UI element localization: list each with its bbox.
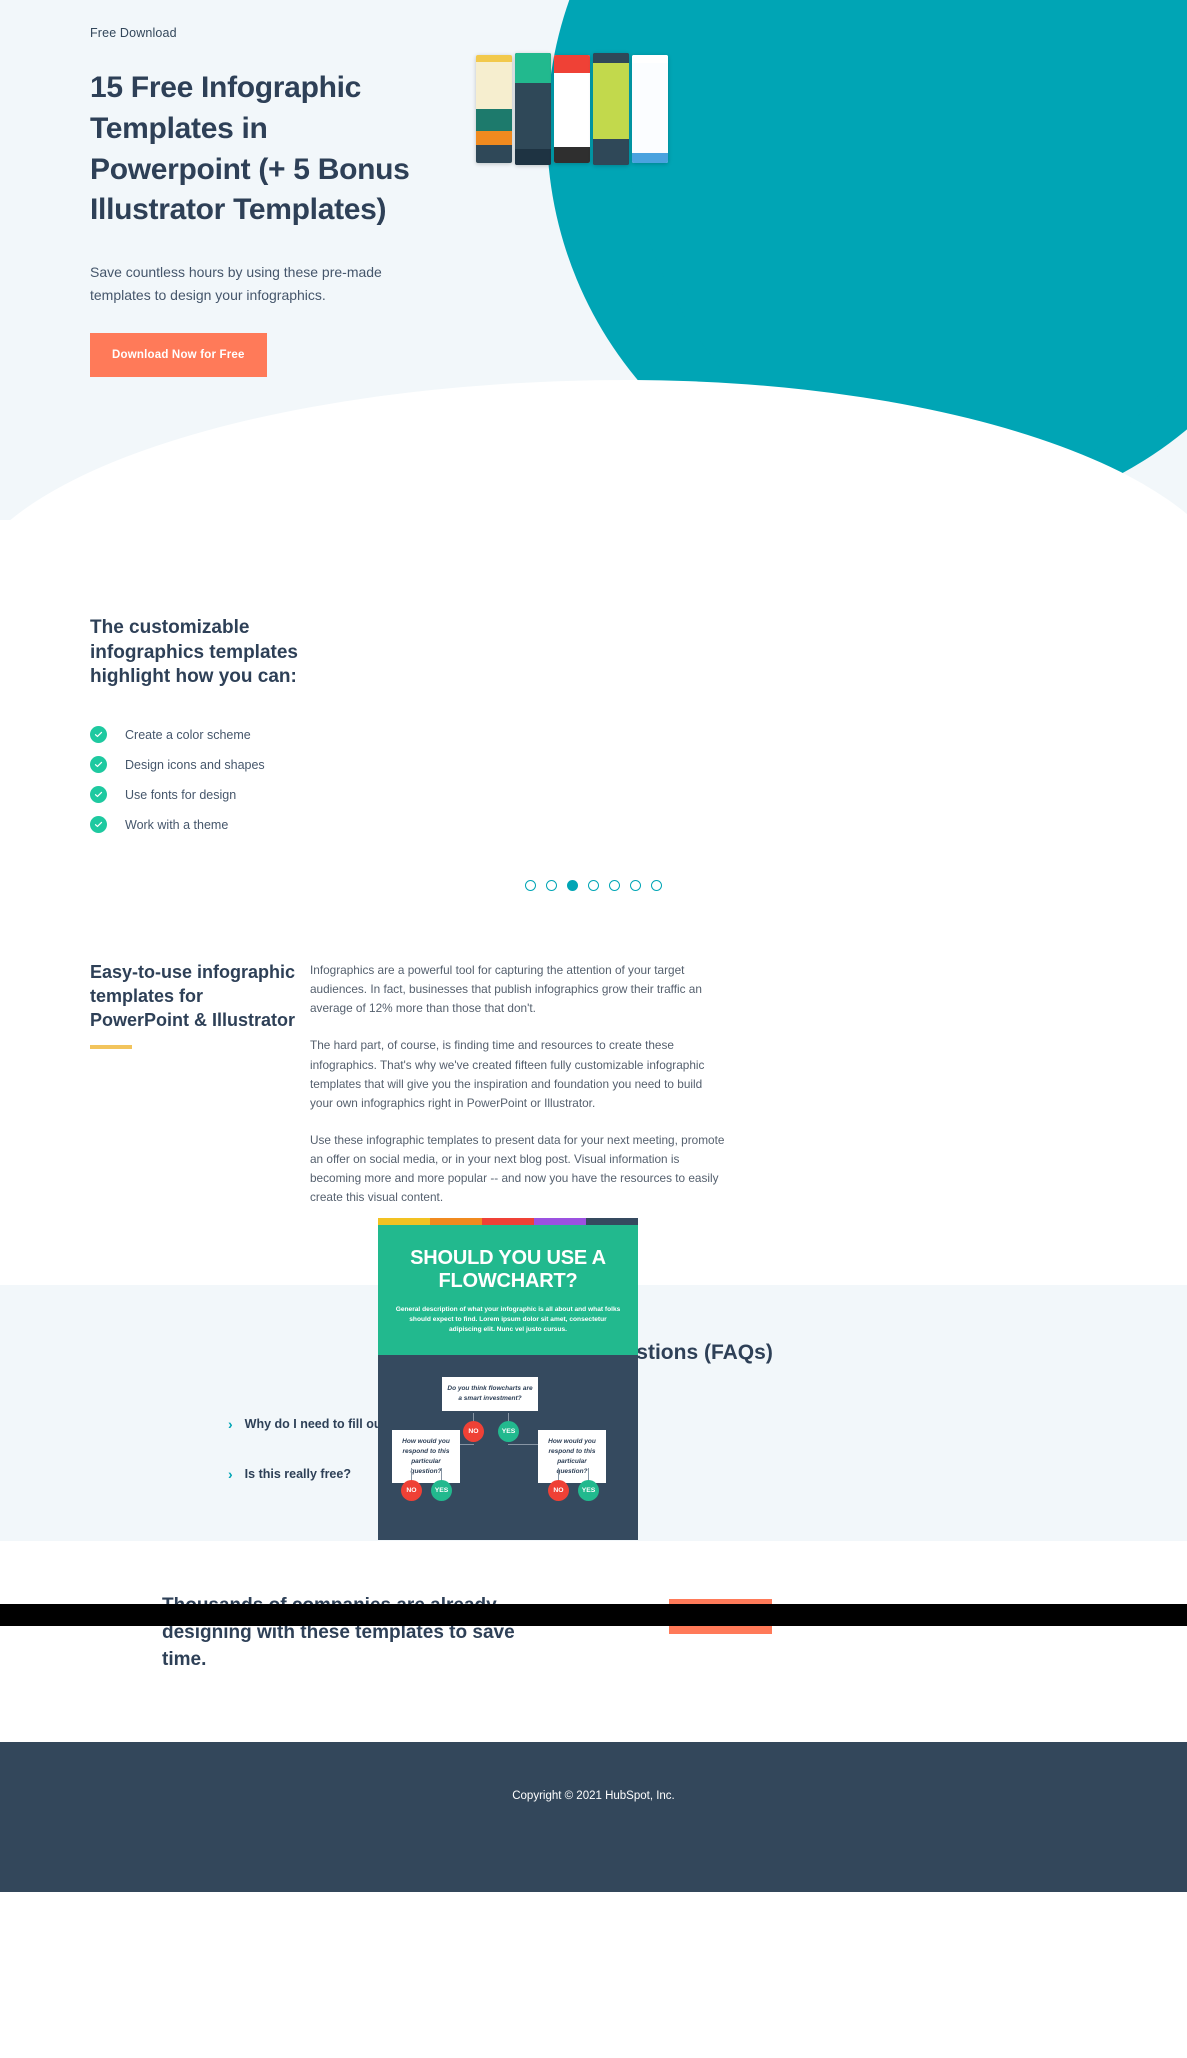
list-item: Work with a theme xyxy=(90,816,340,834)
flowchart-no-badge: NO xyxy=(463,1421,484,1443)
page-title: 15 Free Infographic Templates in Powerpo… xyxy=(90,71,410,227)
copy-paragraph-2: The hard part, of course, is finding tim… xyxy=(310,1038,705,1110)
faq-item-1[interactable]: › Why do I need to fill out the informat… xyxy=(228,1417,1187,1431)
list-item: Design icons and shapes xyxy=(90,756,340,774)
features-list: Create a color scheme Design icons and s… xyxy=(90,726,340,834)
flowchart-no-badge: NO xyxy=(548,1480,569,1502)
carousel-dot-3[interactable] xyxy=(567,880,578,892)
accent-rule xyxy=(90,1044,132,1049)
flowchart-description: General description of what your infogra… xyxy=(395,1305,621,1334)
flowchart-diagram: Do you think flowcharts are a smart inve… xyxy=(378,1355,638,1541)
flowchart-branch-question-left: How would you respond to this particular… xyxy=(392,1430,460,1484)
flowchart-root-question: Do you think flowcharts are a smart inve… xyxy=(442,1377,538,1411)
carousel-dot-4[interactable] xyxy=(588,880,599,892)
list-item: Create a color scheme xyxy=(90,726,340,744)
copyright-text: Copyright © 2021 HubSpot, Inc. xyxy=(512,1790,675,1803)
flowchart-color-bands xyxy=(378,1218,638,1225)
carousel-dot-5[interactable] xyxy=(609,880,620,892)
footer: Copyright © 2021 HubSpot, Inc. xyxy=(0,1742,1187,1893)
template-preview-3 xyxy=(554,55,590,163)
list-item-label: Use fonts for design xyxy=(125,787,237,802)
flowchart-yes-badge: YES xyxy=(431,1480,452,1502)
carousel-dots xyxy=(0,846,1187,892)
faq-item-2[interactable]: › Is this really free? xyxy=(228,1467,1187,1481)
template-preview-1 xyxy=(476,55,512,163)
cta-section: Thousands of companies are already desig… xyxy=(0,1541,1187,1743)
carousel-dot-6[interactable] xyxy=(630,880,641,892)
list-item: Use fonts for design xyxy=(90,786,340,804)
carousel-dot-2[interactable] xyxy=(546,880,557,892)
faq-question-label: Is this really free? xyxy=(244,1467,351,1482)
download-now-button[interactable]: Download Now for Free xyxy=(90,332,267,377)
check-icon xyxy=(90,786,107,804)
template-preview-2 xyxy=(515,53,551,165)
flowchart-yes-badge: YES xyxy=(578,1480,599,1502)
hero-subtitle: Save countless hours by using these pre-… xyxy=(90,264,382,303)
carousel-dot-7[interactable] xyxy=(651,880,662,892)
copy-heading: Easy-to-use infographic templates for Po… xyxy=(90,962,296,1030)
template-preview-5 xyxy=(632,55,668,163)
template-preview-4 xyxy=(593,53,629,165)
copy-paragraph-3: Use these infographic templates to prese… xyxy=(310,1132,725,1205)
copy-paragraph-1: Infographics are a powerful tool for cap… xyxy=(310,963,702,1016)
flowchart-yes-badge: YES xyxy=(498,1421,519,1443)
carousel-mask xyxy=(0,1604,1187,1626)
list-item-label: Work with a theme xyxy=(125,817,229,832)
carousel-dot-1[interactable] xyxy=(525,880,536,892)
chevron-right-icon: › xyxy=(228,1466,233,1483)
template-previews-fan xyxy=(476,53,668,165)
flowchart-preview[interactable]: SHOULD YOU USE A FLOWCHART? General desc… xyxy=(378,1218,638,1541)
check-icon xyxy=(90,816,107,834)
list-item-label: Create a color scheme xyxy=(125,727,251,742)
flowchart-branch-question-right: How would you respond to this particular… xyxy=(538,1430,606,1484)
features-title: The customizable infographics templates … xyxy=(90,617,298,688)
list-item-label: Design icons and shapes xyxy=(125,757,265,772)
flowchart-header: SHOULD YOU USE A FLOWCHART? General desc… xyxy=(378,1225,638,1356)
copy-body: Infographics are a powerful tool for cap… xyxy=(310,961,725,1207)
check-icon xyxy=(90,756,107,774)
hero-section: Free Download 15 Free Infographic Templa… xyxy=(0,0,1187,520)
chevron-right-icon: › xyxy=(228,1416,233,1433)
flowchart-no-badge: NO xyxy=(401,1480,422,1502)
eyebrow-label: Free Download xyxy=(90,26,177,40)
features-section: The customizable infographics templates … xyxy=(0,520,1187,1626)
check-icon xyxy=(90,726,107,744)
flowchart-title: SHOULD YOU USE A FLOWCHART? xyxy=(410,1247,606,1293)
